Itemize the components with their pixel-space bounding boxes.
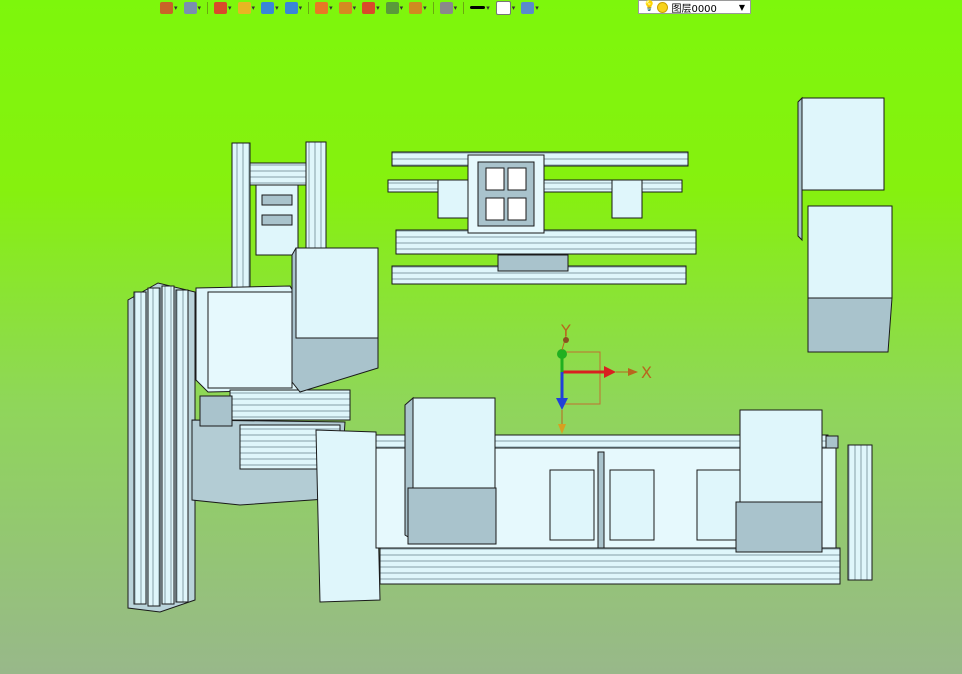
top-center-slide-assembly[interactable] [387, 151, 697, 285]
motor-box-bottom-right[interactable] [735, 409, 823, 553]
coordinate-triad: X Y [556, 321, 652, 434]
motor-box-bottom-left[interactable] [404, 396, 497, 545]
x-axis-arrowhead [604, 366, 616, 378]
left-column-frame[interactable] [127, 282, 196, 613]
y-axis-label: Y [560, 321, 571, 340]
cad-assembly[interactable] [127, 96, 893, 613]
triad-plane-outline [561, 351, 601, 405]
right-motor-boxes[interactable] [797, 96, 893, 353]
x-axis-label: X [641, 363, 652, 382]
motor-box-left-top[interactable] [291, 247, 379, 393]
3d-viewport[interactable]: X Y [0, 0, 962, 674]
